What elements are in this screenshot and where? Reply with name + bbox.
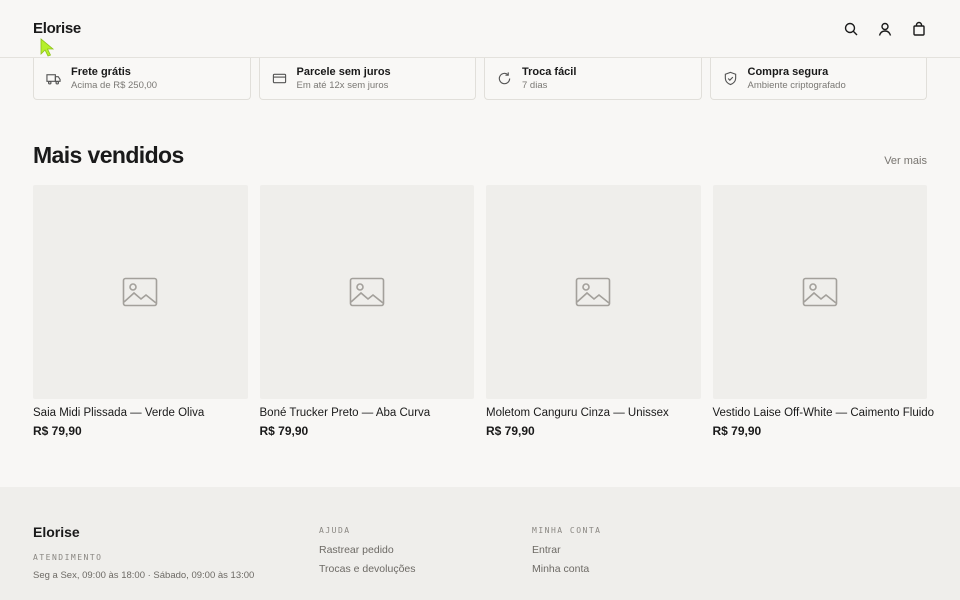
product-image[interactable] (486, 185, 701, 399)
product-price: R$ 79,90 (486, 424, 535, 438)
product-price: R$ 79,90 (712, 424, 762, 438)
service-hours: Seg a Sex, 09:00 às 18:00 · Sábado, 09:0… (33, 570, 255, 581)
product-name[interactable]: Boné Trucker Preto — Aba Curva (260, 407, 475, 419)
product-name[interactable]: Vestido Laise Off-White — Caimento Fluid… (713, 407, 935, 419)
product-card[interactable]: Saia Midi Plissada — Verde Oliva R$ 79,9… (33, 185, 248, 438)
product-image[interactable] (712, 185, 927, 399)
bag-icon[interactable] (911, 21, 927, 37)
login-link[interactable]: Entrar (532, 544, 561, 556)
shield-check-icon (724, 71, 736, 86)
benefit-title: Compra segura (747, 66, 829, 78)
product-card[interactable]: Boné Trucker Preto — Aba Curva R$ 79,90 (259, 185, 475, 438)
product-price: R$ 79,90 (259, 424, 309, 438)
product-grid: Saia Midi Plissada — Verde Oliva R$ 79,9… (33, 185, 935, 438)
benefit-subtitle: Em até 12x sem juros (296, 80, 389, 91)
benefit-title: Frete grátis (71, 66, 131, 78)
image-placeholder-icon (802, 277, 838, 307)
benefit-installments: Parcele sem juros Em até 12x sem juros (258, 58, 476, 100)
product-name[interactable]: Saia Midi Plissada — Verde Oliva (33, 407, 248, 419)
benefits-bar: Frete grátis Acima de R$ 250,00 Parcele … (33, 58, 927, 101)
benefit-title: Troca fácil (522, 66, 577, 78)
benefit-subtitle: Acima de R$ 250,00 (71, 80, 158, 91)
user-icon[interactable] (877, 21, 893, 37)
benefit-secure: Compra segura Ambiente criptografado (709, 58, 927, 100)
account-label: MINHA CONTA (532, 526, 602, 535)
footer-logo[interactable]: Elorise (33, 524, 80, 540)
image-placeholder-icon (575, 277, 611, 307)
benefit-subtitle: Ambiente criptografado (747, 80, 846, 91)
credit-card-icon (272, 73, 286, 84)
image-placeholder-icon (122, 277, 158, 307)
benefit-title: Parcele sem juros (296, 66, 391, 78)
product-name[interactable]: Moletom Canguru Cinza — Unissex (486, 407, 701, 419)
help-label: AJUDA (319, 526, 351, 535)
truck-icon (46, 74, 61, 85)
returns-link[interactable]: Trocas e devoluções (319, 563, 416, 575)
section-title: Mais vendidos (33, 142, 184, 168)
product-price: R$ 79,90 (33, 424, 82, 438)
product-image[interactable] (259, 185, 474, 399)
service-label: ATENDIMENTO (33, 553, 103, 562)
refresh-icon (498, 72, 511, 85)
my-account-link[interactable]: Minha conta (532, 563, 589, 575)
site-footer: Elorise ATENDIMENTO Seg a Sex, 09:00 às … (0, 487, 960, 600)
product-image[interactable] (33, 185, 248, 399)
mouse-cursor-icon (40, 38, 55, 57)
header-actions (843, 21, 927, 37)
site-header: Elorise (0, 0, 960, 58)
image-placeholder-icon (349, 277, 385, 307)
benefit-subtitle: 7 dias (522, 80, 548, 91)
see-more-link[interactable]: Ver mais (884, 155, 927, 167)
search-icon[interactable] (843, 21, 859, 37)
product-card[interactable]: Vestido Laise Off-White — Caimento Fluid… (712, 185, 935, 438)
track-order-link[interactable]: Rastrear pedido (319, 544, 394, 556)
product-card[interactable]: Moletom Canguru Cinza — Unissex R$ 79,90 (486, 185, 701, 438)
logo[interactable]: Elorise (33, 20, 81, 37)
benefit-exchange: Troca fácil 7 dias (484, 58, 702, 100)
benefit-shipping: Frete grátis Acima de R$ 250,00 (33, 58, 251, 100)
